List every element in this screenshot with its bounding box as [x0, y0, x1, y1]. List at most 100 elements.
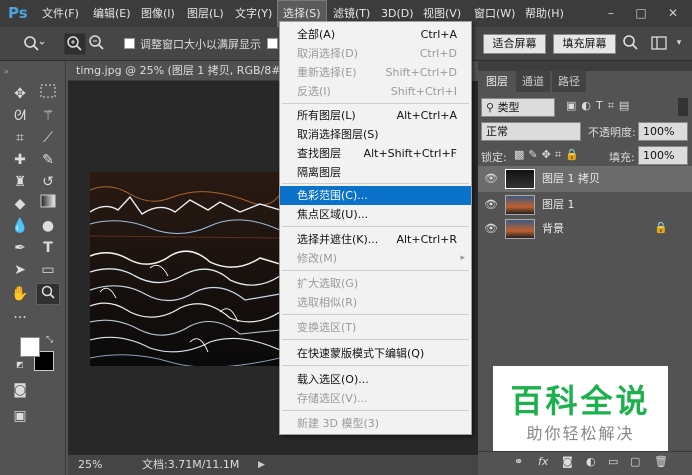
opacity-label: 不透明度:	[588, 126, 636, 139]
blend-mode-select[interactable]: 正常	[481, 122, 581, 141]
menu-separator	[282, 183, 469, 184]
minimize-button[interactable]: –	[600, 4, 622, 22]
swap-colors-icon[interactable]: ⤡	[46, 335, 53, 345]
menu-item-select-all[interactable]: 全部(A) Ctrl+A	[280, 25, 471, 44]
gradient-tool-icon[interactable]	[36, 193, 60, 215]
zoom-out-icon[interactable]	[86, 33, 108, 55]
eraser-tool-icon[interactable]: ◆	[8, 193, 32, 215]
menu-item-focus-area[interactable]: 焦点区域(U)...	[280, 205, 471, 224]
zoom-level[interactable]: 25%	[78, 455, 102, 475]
marquee-tool-icon[interactable]	[36, 83, 60, 105]
tab-channels[interactable]: 通道	[516, 71, 550, 92]
menu-item-all-layers[interactable]: 所有图层(L) Alt+Ctrl+A	[280, 106, 471, 125]
menu-item-similar[interactable]: 选取相似(R)	[280, 293, 471, 312]
more-tools-icon[interactable]: ···	[8, 307, 32, 329]
type-tool-icon[interactable]: T	[36, 237, 60, 259]
add-mask-icon[interactable]: ◙	[562, 455, 573, 468]
fill-screen-button[interactable]: 填充屏幕	[553, 34, 616, 54]
menu-item-find-layers[interactable]: 查找图层 Alt+Shift+Ctrl+F	[280, 144, 471, 163]
rectangle-tool-icon[interactable]: ▭	[36, 259, 60, 281]
select-menu-dropdown: 全部(A) Ctrl+A 取消选择(D) Ctrl+D 重新选择(E) Shift+C…	[279, 21, 472, 435]
default-colors-icon[interactable]: ◩	[16, 360, 24, 369]
toolbox-collapse-icon[interactable]: »	[4, 67, 9, 76]
layer-row[interactable]: 👁 图层 1	[478, 192, 692, 218]
search-icon[interactable]	[620, 33, 642, 55]
magic-wand-tool-icon[interactable]: ⚚	[36, 105, 60, 127]
layer-row[interactable]: 👁 图层 1 拷贝	[478, 166, 692, 192]
visibility-eye-icon[interactable]: 👁	[484, 222, 498, 236]
blur-tool-icon[interactable]: 💧	[8, 215, 32, 237]
brush-tool-icon[interactable]: ✎	[36, 149, 60, 171]
menu-file[interactable]: 文件(F)	[37, 0, 84, 27]
zoom-in-icon[interactable]	[64, 33, 86, 55]
menu-item-color-range[interactable]: 色彩范围(C)...	[280, 186, 471, 205]
quick-mask-icon[interactable]: ◙	[8, 379, 32, 401]
layer-filter-icons[interactable]: ▣◐T⌗▤	[566, 99, 676, 115]
new-layer-icon[interactable]: ▢	[630, 455, 640, 468]
workspace-icon[interactable]	[648, 33, 670, 55]
zoom-tool-icon[interactable]	[36, 283, 60, 305]
menu-item-deselect[interactable]: 取消选择(D) Ctrl+D	[280, 44, 471, 63]
menu-item-grow[interactable]: 扩大选取(G)	[280, 274, 471, 293]
filter-toggle[interactable]	[678, 98, 688, 116]
crop-tool-icon[interactable]: ⌗	[8, 127, 32, 149]
zoom-tool-preset-icon[interactable]	[18, 33, 48, 55]
move-tool-icon[interactable]: ✥	[8, 83, 32, 105]
menu-window[interactable]: 窗口(W)	[469, 0, 520, 27]
layer-row[interactable]: 👁 背景 🔒	[478, 216, 692, 242]
fit-screen-button[interactable]: 适合屏幕	[483, 34, 546, 54]
trash-icon[interactable]: 🗑	[654, 455, 668, 468]
zoom-all-windows-checkbox[interactable]	[267, 38, 278, 49]
watermark-subtitle: 助你轻松解决	[526, 424, 635, 443]
link-layers-icon[interactable]: ⚭	[514, 455, 523, 468]
opacity-input[interactable]: 100%	[638, 122, 688, 141]
menu-type[interactable]: 文字(Y)	[230, 0, 277, 27]
menu-item-reselect[interactable]: 重新选择(E) Shift+Ctrl+D	[280, 63, 471, 82]
menu-help[interactable]: 帮助(H)	[520, 0, 569, 27]
watermark: 百科全说 助你轻松解决	[493, 366, 668, 451]
chevron-down-icon[interactable]: ▾	[672, 33, 686, 55]
fx-icon[interactable]: fx	[538, 455, 548, 468]
pen-tool-icon[interactable]: ✒	[8, 237, 32, 259]
hand-tool-icon[interactable]: ✋	[8, 283, 32, 305]
menu-layer[interactable]: 图层(L)	[182, 0, 229, 27]
menu-separator	[282, 339, 469, 340]
menu-item-save-selection[interactable]: 存储选区(V)...	[280, 389, 471, 408]
stamp-tool-icon[interactable]: ♜	[8, 171, 32, 193]
fill-input[interactable]: 100%	[638, 146, 688, 165]
menu-item-quick-mask[interactable]: 在快速蒙版模式下编辑(Q)	[280, 344, 471, 363]
visibility-eye-icon[interactable]: 👁	[484, 198, 498, 212]
history-brush-tool-icon[interactable]: ↺	[36, 171, 60, 193]
dodge-tool-icon[interactable]: ●	[36, 215, 60, 237]
lock-options-icons[interactable]: ▩✎✥⌗🔒	[514, 148, 583, 162]
menu-item-inverse[interactable]: 反选(I) Shift+Ctrl+I	[280, 82, 471, 101]
new-group-icon[interactable]: ▭	[608, 455, 618, 468]
visibility-eye-icon[interactable]: 👁	[484, 172, 498, 186]
layer-filter-select[interactable]: ⚲ 类型	[481, 98, 555, 117]
menu-item-deselect-layers[interactable]: 取消选择图层(S)	[280, 125, 471, 144]
layer-name: 背景	[542, 222, 564, 235]
menu-item-transform-selection[interactable]: 变换选区(T)	[280, 318, 471, 337]
menu-item-new-3d-model[interactable]: 新建 3D 模型(3)	[280, 414, 471, 433]
menu-item-load-selection[interactable]: 载入选区(O)...	[280, 370, 471, 389]
foreground-color-swatch[interactable]	[20, 337, 40, 357]
tab-layers[interactable]: 图层	[480, 71, 514, 92]
menu-image[interactable]: 图像(I)	[136, 0, 180, 27]
healing-brush-tool-icon[interactable]: ✚	[8, 149, 32, 171]
resize-windows-checkbox[interactable]	[124, 38, 135, 49]
maximize-button[interactable]: □	[630, 4, 652, 22]
screen-mode-icon[interactable]: ▣	[8, 405, 32, 427]
adjustment-layer-icon[interactable]: ◐	[586, 455, 596, 468]
tab-paths[interactable]: 路径	[552, 71, 586, 92]
document-tab[interactable]: timg.jpg @ 25% (图层 1 拷贝, RGB/8#) * ×	[68, 61, 316, 81]
menu-item-select-and-mask[interactable]: 选择并遮住(K)... Alt+Ctrl+R	[280, 230, 471, 249]
status-menu-arrow-icon[interactable]: ▶	[258, 455, 265, 475]
menu-edit[interactable]: 编辑(E)	[88, 0, 136, 27]
lasso-tool-icon[interactable]: ᘛ	[8, 105, 32, 127]
menu-item-isolate-layers[interactable]: 隔离图层	[280, 163, 471, 182]
menu-item-modify[interactable]: 修改(M) ▸	[280, 249, 471, 268]
path-selection-tool-icon[interactable]: ➤	[8, 259, 32, 281]
close-window-button[interactable]: ✕	[662, 4, 684, 22]
status-bar: 25% 文档:3.71M/11.1M ▶	[68, 455, 478, 475]
eyedropper-tool-icon[interactable]: ⟋	[36, 127, 60, 149]
